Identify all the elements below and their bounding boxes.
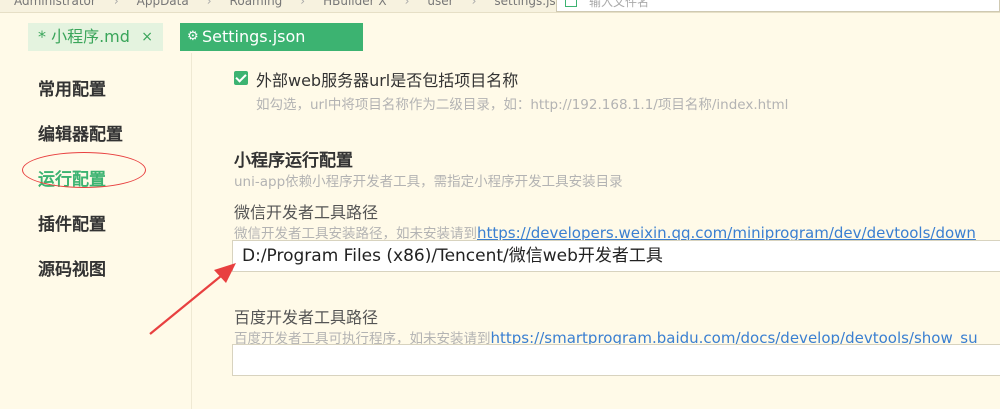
miniprogram-section-title: 小程序运行配置 xyxy=(234,151,353,171)
search-placeholder: 输入文件名 xyxy=(589,0,650,9)
include-project-name-hint: 如勾选，url中将项目名称作为二级目录，如：http://192.168.1.1… xyxy=(256,97,789,113)
wechat-tool-path-input[interactable]: D:/Program Files (x86)/Tencent/微信web开发者工… xyxy=(232,240,1000,272)
file-search-input[interactable]: 输入文件名 xyxy=(556,0,1000,12)
tab-bar: * 小程序.md × ⚙ Settings.json xyxy=(0,13,1000,53)
search-icon xyxy=(565,0,577,7)
breadcrumb-separator: › xyxy=(206,0,212,8)
annotation-ellipse xyxy=(22,152,146,188)
wechat-tool-hint: 微信开发者工具安装路径，如未安装请到https://developers.wei… xyxy=(234,222,976,242)
breadcrumb-item[interactable]: AppData xyxy=(137,0,189,8)
breadcrumb-separator: › xyxy=(471,0,477,8)
sidebar-item-editor[interactable]: 编辑器配置 xyxy=(38,120,123,145)
sidebar-item-source-view[interactable]: 源码视图 xyxy=(38,255,106,280)
breadcrumb-separator: › xyxy=(113,0,119,8)
breadcrumb-separator: › xyxy=(404,0,410,8)
breadcrumb-item[interactable]: Roaming xyxy=(230,0,283,8)
breadcrumb-item[interactable]: user xyxy=(427,0,453,8)
sidebar-item-plugins[interactable]: 插件配置 xyxy=(38,210,106,235)
breadcrumb-bar: Administrator › AppData › Roaming › HBui… xyxy=(0,0,1000,13)
tab-label: Settings.json xyxy=(202,27,306,46)
close-icon[interactable]: × xyxy=(141,23,153,51)
checkbox-checked-icon[interactable] xyxy=(234,71,248,85)
gear-icon: ⚙ xyxy=(187,29,199,44)
breadcrumb-item[interactable]: Administrator xyxy=(14,0,96,8)
wechat-tool-label: 微信开发者工具路径 xyxy=(234,203,379,222)
breadcrumb-separator: › xyxy=(300,0,306,8)
miniprogram-section-hint: uni-app依赖小程序开发者工具，需指定小程序开发工具安装目录 xyxy=(234,174,623,190)
breadcrumb-item[interactable]: HBuilder X xyxy=(323,0,387,8)
tab-label: * 小程序.md xyxy=(38,27,130,46)
settings-panel: 外部web服务器url是否包括项目名称 如勾选，url中将项目名称作为二级目录，… xyxy=(192,53,1000,409)
baidu-tool-label: 百度开发者工具路径 xyxy=(234,308,379,327)
tab-miniprogram-md[interactable]: * 小程序.md × xyxy=(28,23,163,51)
include-project-name-label[interactable]: 外部web服务器url是否包括项目名称 xyxy=(256,67,518,91)
breadcrumb: Administrator › AppData › Roaming › HBui… xyxy=(14,0,571,8)
baidu-tool-path-input[interactable] xyxy=(232,344,1000,376)
tab-settings-json[interactable]: ⚙ Settings.json xyxy=(180,23,363,51)
settings-sidebar: 常用配置 编辑器配置 运行配置 插件配置 源码视图 xyxy=(0,53,192,409)
sidebar-item-general[interactable]: 常用配置 xyxy=(38,75,106,100)
